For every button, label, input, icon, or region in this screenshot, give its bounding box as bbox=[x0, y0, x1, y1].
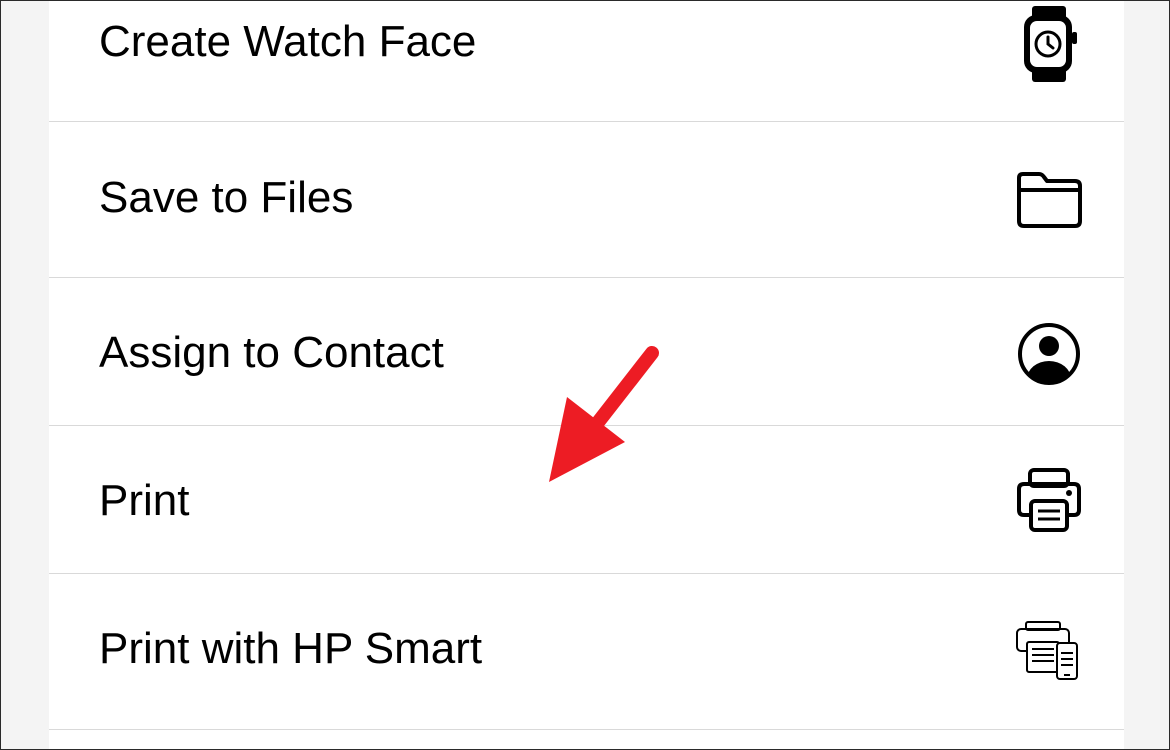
action-label: Print bbox=[99, 476, 190, 525]
folder-icon bbox=[1004, 160, 1094, 240]
action-create-watch-face[interactable]: Create Watch Face bbox=[49, 1, 1124, 122]
action-print-with-hp-smart[interactable]: Print with HP Smart bbox=[49, 574, 1124, 730]
action-label: Assign to Contact bbox=[99, 328, 444, 377]
watch-icon bbox=[1004, 4, 1094, 84]
action-print[interactable]: Print bbox=[49, 426, 1124, 574]
share-sheet-actions: Create Watch Face Save to Files Assign t… bbox=[49, 1, 1124, 749]
action-assign-to-contact[interactable]: Assign to Contact bbox=[49, 278, 1124, 426]
printer-icon bbox=[1004, 460, 1094, 540]
person-circle-icon bbox=[1004, 314, 1094, 394]
hp-smart-icon bbox=[1004, 611, 1094, 691]
action-label: Create Watch Face bbox=[99, 17, 477, 66]
action-label: Print with HP Smart bbox=[99, 624, 483, 673]
action-save-to-files[interactable]: Save to Files bbox=[49, 122, 1124, 278]
action-label: Save to Files bbox=[99, 173, 354, 222]
screenshot-frame: Create Watch Face Save to Files Assign t… bbox=[0, 0, 1170, 750]
